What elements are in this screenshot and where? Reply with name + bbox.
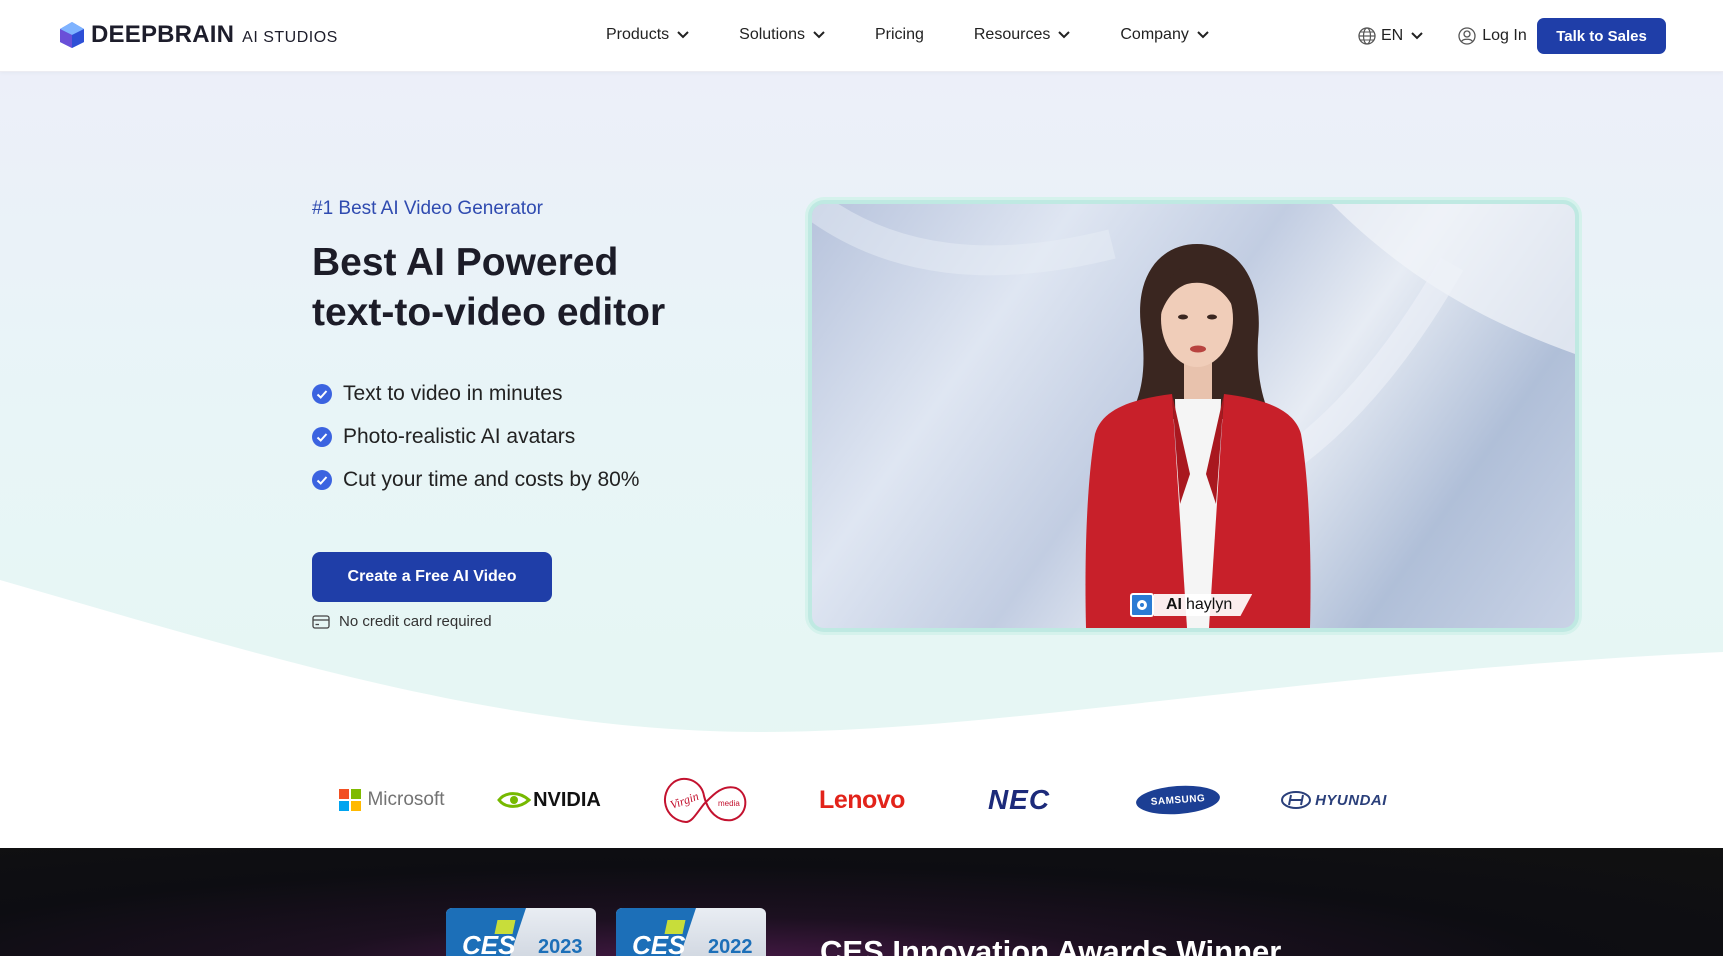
- virgin-media-mark: Virgin media: [664, 777, 747, 824]
- language-label: EN: [1381, 27, 1404, 44]
- chevron-down-icon: [813, 31, 825, 39]
- nec-logo: NEC: [966, 752, 1072, 848]
- main-nav: Products Solutions Pricing Resources Com…: [606, 26, 1259, 44]
- user-circle-icon: [1458, 27, 1476, 45]
- demo-video[interactable]: AI haylyn: [812, 204, 1575, 628]
- nvidia-eye-icon: [497, 792, 532, 808]
- ces-award-badge: CES 2022: [616, 908, 766, 956]
- microsoft-wordmark: Microsoft: [367, 789, 445, 810]
- nav-pricing[interactable]: Pricing: [875, 26, 924, 44]
- logo-product: AI STUDIOS: [242, 29, 338, 46]
- globe-icon: [1358, 27, 1376, 45]
- feature-item: Photo-realistic AI avatars: [312, 415, 639, 458]
- nav-resources[interactable]: Resources: [973, 26, 1071, 44]
- avatar-prefix: AI: [1166, 596, 1182, 613]
- client-logos: Microsoft NVIDIA Virgin media Lenovo NEC…: [0, 752, 1723, 848]
- hero-section: #1 Best AI Video Generator Best AI Power…: [0, 72, 1723, 848]
- no-credit-card-label: No credit card required: [339, 613, 492, 630]
- svg-text:media: media: [718, 799, 740, 808]
- feature-item: Text to video in minutes: [312, 372, 639, 415]
- logo-brand: DEEPBRAIN: [91, 21, 235, 48]
- avatar-name: AI haylyn: [1154, 594, 1253, 616]
- hyundai-h-icon: [1281, 791, 1312, 809]
- samsung-wordmark: SAMSUNG: [1150, 792, 1206, 808]
- awards-section: CES 2023 CES 2022 CES Innovation Awards …: [0, 848, 1723, 956]
- avatar-name-tag: AI haylyn: [1130, 592, 1253, 618]
- deepbrain-cube-logo: [60, 22, 84, 48]
- samsung-logo: SAMSUNG: [1130, 752, 1226, 848]
- nav-solutions[interactable]: Solutions: [739, 26, 825, 44]
- feature-label: Photo-realistic AI avatars: [343, 424, 576, 448]
- chevron-down-icon: [1411, 32, 1423, 40]
- nvidia-logo: NVIDIA: [490, 752, 608, 848]
- header-tools: EN Log In: [1358, 18, 1527, 54]
- chevron-down-icon: [1058, 31, 1071, 39]
- nav-label: Resources: [973, 26, 1051, 43]
- avatar-name-text: haylyn: [1186, 596, 1233, 613]
- site-logo[interactable]: DEEPBRAIN AI STUDIOS: [59, 21, 338, 49]
- ces-award-badge: CES 2023: [446, 908, 596, 956]
- feature-list: Text to video in minutes Photo-realistic…: [312, 372, 639, 501]
- check-circle-icon: [312, 426, 332, 447]
- nav-company[interactable]: Company: [1120, 26, 1209, 44]
- login-link[interactable]: Log In: [1458, 27, 1527, 45]
- nav-products[interactable]: Products: [606, 26, 689, 44]
- hyundai-wordmark: HYUNDAI: [1315, 791, 1387, 809]
- hyundai-logo: HYUNDAI: [1276, 752, 1392, 848]
- chevron-down-icon: [1197, 31, 1209, 39]
- microsoft-logo: Microsoft: [336, 752, 448, 848]
- nec-wordmark: NEC: [987, 784, 1051, 815]
- ces-label: CES: [462, 930, 516, 956]
- feature-label: Cut your time and costs by 80%: [343, 467, 640, 491]
- nav-label: Pricing: [874, 26, 924, 43]
- hero-title-line2: text-to-video editor: [312, 291, 666, 334]
- svg-text:Virgin: Virgin: [668, 789, 700, 812]
- hero-title-line1: Best AI Powered: [312, 241, 619, 284]
- feature-item: Cut your time and costs by 80%: [312, 458, 639, 501]
- site-header: DEEPBRAIN AI STUDIOS Products Solutions …: [0, 0, 1723, 72]
- no-credit-card-note: No credit card required: [312, 613, 492, 630]
- check-circle-icon: [312, 383, 332, 404]
- nav-label: Solutions: [739, 26, 805, 43]
- nvidia-wordmark: NVIDIA: [533, 788, 601, 811]
- check-circle-icon: [312, 469, 332, 490]
- feature-label: Text to video in minutes: [343, 381, 563, 405]
- demo-video-frame[interactable]: AI haylyn: [808, 200, 1579, 632]
- microsoft-windows-icon: [339, 789, 362, 811]
- language-selector[interactable]: EN: [1358, 27, 1428, 45]
- ai-avatar-presenter: [1085, 244, 1311, 628]
- talk-to-sales-button[interactable]: Talk to Sales: [1537, 18, 1666, 54]
- ces-year: 2023: [538, 936, 583, 956]
- login-label: Log In: [1482, 27, 1527, 44]
- chevron-down-icon: [677, 31, 689, 39]
- ces-label: CES: [632, 930, 686, 956]
- nav-label: Company: [1120, 26, 1189, 43]
- ai-studios-badge-icon: [1130, 593, 1154, 617]
- lenovo-logo: Lenovo: [810, 752, 914, 848]
- virgin-media-logo: Virgin media: [656, 752, 752, 848]
- credit-card-icon: [312, 614, 330, 629]
- ces-year: 2022: [708, 936, 753, 956]
- lenovo-wordmark: Lenovo: [819, 785, 905, 814]
- create-free-video-button[interactable]: Create a Free AI Video: [312, 552, 552, 602]
- hero-tagline: #1 Best AI Video Generator: [312, 198, 543, 219]
- hero-title: Best AI Powered text-to-video editor: [312, 238, 772, 338]
- nav-label: Products: [606, 26, 670, 43]
- awards-heading: CES Innovation Awards Winner: [820, 934, 1282, 956]
